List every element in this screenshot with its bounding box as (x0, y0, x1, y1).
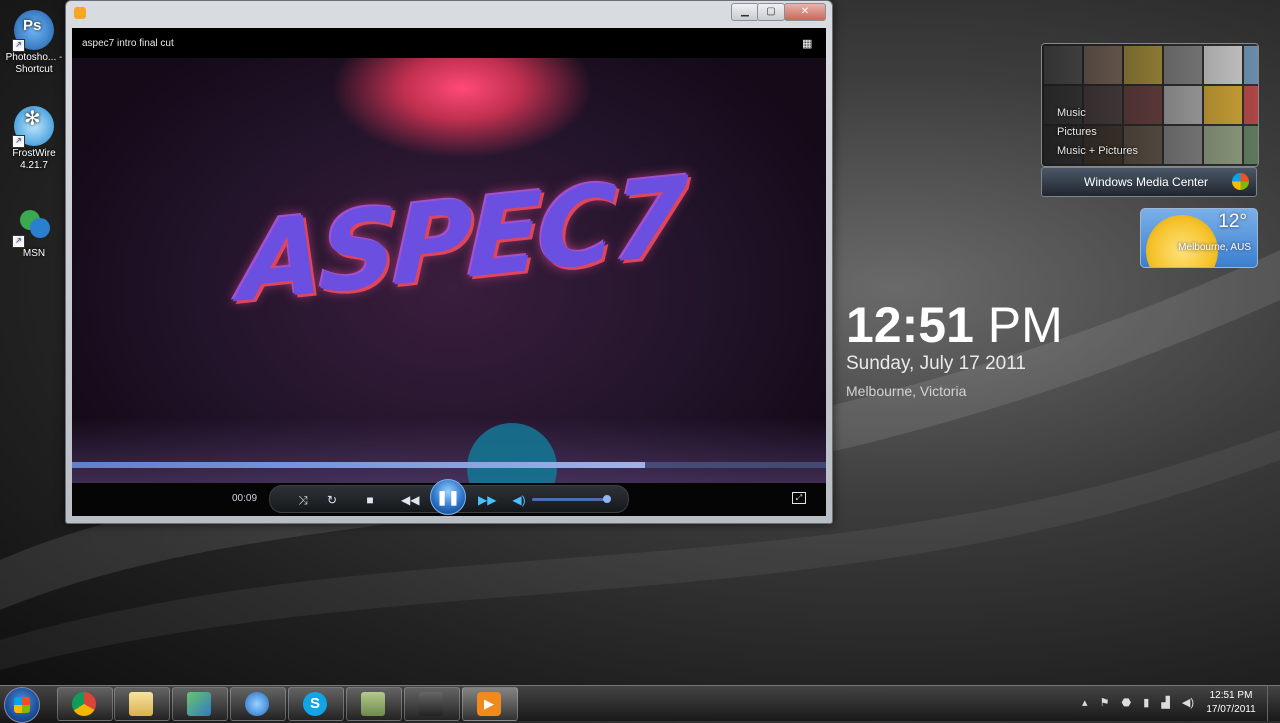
playback-controls: 00:09 ⤨ ↻ ■ ◀◀ ❚❚ ▶▶ ◀) ⤢ (72, 479, 826, 516)
action-center-flag-icon[interactable]: ⚑ (1100, 697, 1110, 709)
msn-icon: ↗ (12, 206, 54, 248)
media-center-label: Windows Media Center (1084, 175, 1209, 189)
previous-icon[interactable]: ◀◀ (401, 494, 419, 506)
taskbar-media-player[interactable]: ▶ (462, 687, 518, 721)
weather-location: Melbourne, AUS (1178, 242, 1251, 253)
clock-location: Melbourne, Victoria (846, 383, 967, 399)
minimize-button[interactable]: ▁ (731, 3, 759, 21)
desktop-icon-msn[interactable]: ↗ MSN (2, 206, 66, 260)
taskbar-chrome[interactable] (57, 687, 113, 721)
weather-gadget[interactable]: 12° Melbourne, AUS (1140, 208, 1258, 268)
now-playing-view[interactable]: aspec7 intro final cut ▦ ASPEC7 00:09 ⤨ … (72, 28, 826, 516)
desktop-icon-label: Photosho... - Shortcut (5, 52, 63, 75)
repeat-icon[interactable]: ↻ (323, 494, 341, 506)
transport-bar: ⤨ ↻ ■ ◀◀ ❚❚ ▶▶ ◀) (269, 479, 629, 515)
desktop-icon-label: FrostWire 4.21.7 (12, 148, 56, 171)
shuffle-icon[interactable]: ⤨ (294, 494, 312, 506)
weather-temperature: 12° (1218, 211, 1247, 232)
shortcut-arrow-icon: ↗ (12, 235, 25, 248)
media-center-thumbnails[interactable]: Music Pictures Music + Pictures (1041, 43, 1259, 167)
stage-glow (72, 418, 826, 488)
media-center-gadget[interactable]: Music Pictures Music + Pictures Windows … (1041, 43, 1259, 197)
taskbar-app-green[interactable] (172, 687, 228, 721)
windows-logo-icon (14, 697, 30, 713)
app-green-icon (187, 692, 211, 716)
show-desktop-button[interactable] (1267, 686, 1280, 721)
frostwire-icon: ✻ ↗ (12, 106, 54, 148)
taskbar-clock[interactable]: 12:51 PM 17/07/2011 (1200, 689, 1262, 717)
taskbar: S ▶ ▴ ⚑ ⬣ ▮ ▟ ◀) 12:51 PM 17/07/2011 (0, 685, 1280, 723)
taskbar-camcorder[interactable] (404, 687, 460, 721)
video-title: aspec7 intro final cut (82, 38, 174, 49)
volume-knob[interactable] (603, 495, 611, 503)
menu-item-pictures[interactable]: Pictures (1057, 123, 1138, 142)
desktop-icon-label: MSN (22, 248, 46, 259)
itunes-icon (245, 692, 269, 716)
windows-logo-icon (1232, 173, 1249, 190)
desktop-icon-photoshop[interactable]: Ps ↗ Photosho... - Shortcut (2, 10, 66, 76)
taskbar-date: 17/07/2011 (1206, 704, 1256, 715)
tray-overflow-icon[interactable]: ▴ (1082, 697, 1088, 709)
full-screen-icon[interactable]: ⤢ (792, 492, 806, 504)
next-icon[interactable]: ▶▶ (478, 494, 496, 506)
volume-slider[interactable] (532, 495, 611, 503)
taskbar-photos[interactable] (346, 687, 402, 721)
tray-shield-icon[interactable]: ⬣ (1122, 697, 1132, 709)
switch-to-library-icon[interactable]: ▦ (802, 38, 816, 50)
skype-icon: S (303, 692, 327, 716)
photoshop-icon: Ps ↗ (12, 10, 54, 52)
seek-bar[interactable] (72, 462, 826, 468)
stop-icon[interactable]: ■ (361, 494, 379, 506)
network-icon[interactable]: ▟ (1161, 697, 1169, 709)
chrome-icon (72, 692, 96, 716)
media-center-launch-bar[interactable]: Windows Media Center (1041, 167, 1257, 197)
close-button[interactable]: ✕ (784, 3, 826, 21)
clock-date: Sunday, July 17 2011 (846, 353, 1026, 374)
shortcut-arrow-icon: ↗ (12, 135, 25, 148)
tray-device-icon[interactable]: ▮ (1143, 697, 1149, 709)
menu-item-music[interactable]: Music (1057, 104, 1138, 123)
menu-item-music-pictures[interactable]: Music + Pictures (1057, 142, 1138, 161)
taskbar-time: 12:51 PM (1209, 690, 1253, 701)
folder-icon (129, 692, 153, 716)
camcorder-icon (419, 692, 443, 716)
photos-icon (361, 692, 385, 716)
media-player-icon: ▶ (477, 692, 501, 716)
media-player-app-icon (74, 7, 86, 19)
media-center-menu: Music Pictures Music + Pictures (1057, 104, 1138, 161)
desktop-icon-frostwire[interactable]: ✻ ↗ FrostWire 4.21.7 (2, 106, 66, 172)
mute-icon[interactable]: ◀) (510, 494, 528, 506)
graffiti-logo: ASPEC7 (238, 154, 686, 327)
clock-gadget: 12:51 PM Sunday, July 17 2011 Melbourne,… (846, 296, 1063, 402)
taskbar-explorer[interactable] (114, 687, 170, 721)
taskbar-itunes[interactable] (230, 687, 286, 721)
shortcut-arrow-icon: ↗ (12, 39, 25, 52)
clock-time: 12:51 PM (846, 297, 1063, 353)
video-frame[interactable]: ASPEC7 (72, 58, 826, 513)
pause-button[interactable]: ❚❚ (430, 479, 466, 515)
seek-progress (72, 462, 646, 468)
media-player-window[interactable]: ▁ ▢ ✕ aspec7 intro final cut ▦ ASPEC7 00… (65, 0, 833, 524)
maximize-button[interactable]: ▢ (757, 3, 785, 21)
system-tray: ▴ ⚑ ⬣ ▮ ▟ ◀) (1082, 696, 1203, 709)
taskbar-skype[interactable]: S (288, 687, 344, 721)
volume-icon[interactable]: ◀) (1182, 697, 1194, 709)
elapsed-time: 00:09 (232, 493, 258, 504)
start-button[interactable] (4, 687, 40, 723)
